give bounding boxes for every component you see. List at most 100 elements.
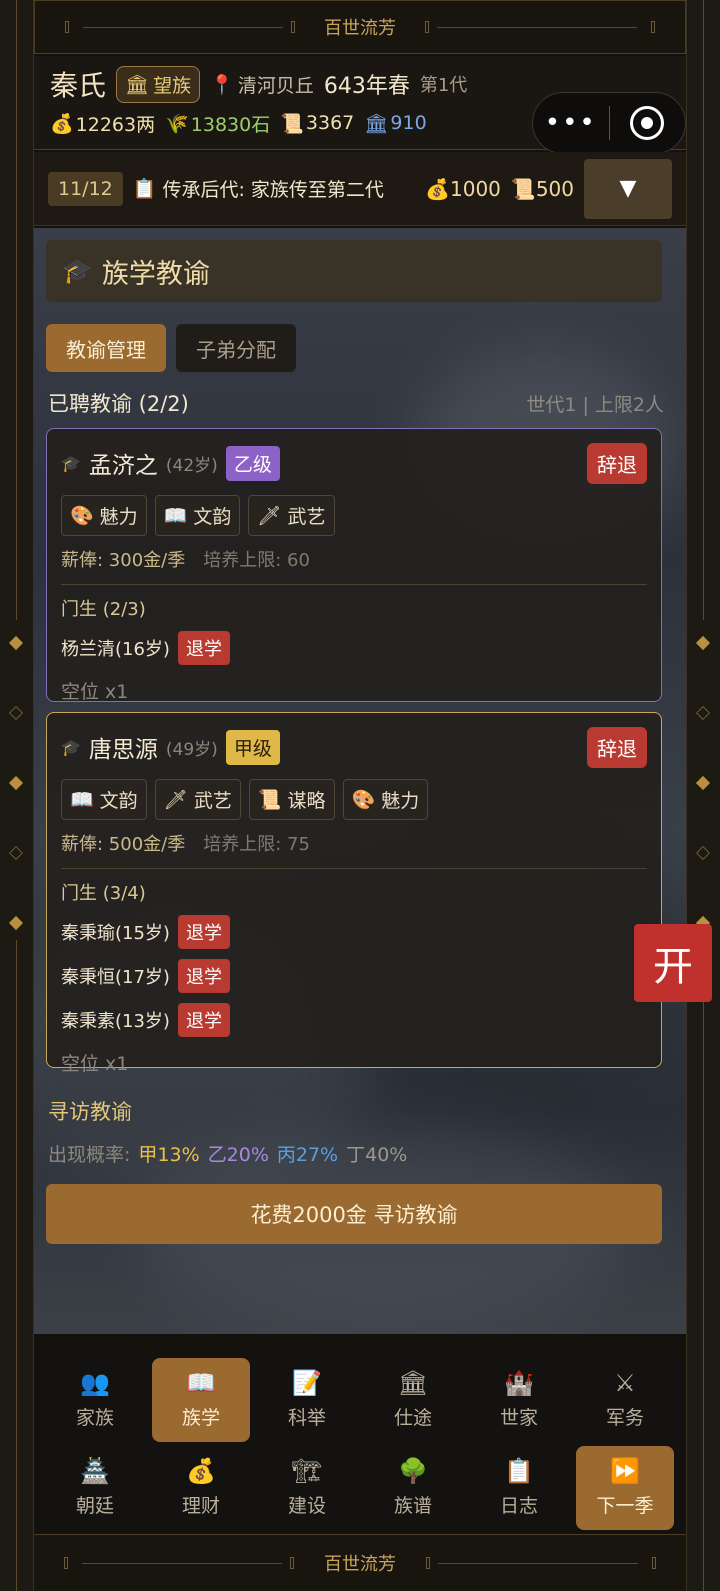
- crossed-swords-icon: ⚔: [614, 1368, 636, 1397]
- skill-tag: 📖 文韵: [61, 779, 147, 820]
- teacher-card: 🎓 唐思源 (49岁) 甲级 辞退 📖 文韵 🗡 武艺 📜 谋略 🎨 魅力 薪俸: 50…: [46, 712, 662, 1075]
- grain-value: 13830石: [190, 113, 271, 136]
- nav-label: 理财: [181, 1494, 220, 1517]
- clan-name: 秦氏: [50, 69, 107, 102]
- hall-icon: 🏛: [364, 112, 389, 135]
- nav-court[interactable]: 🏯 朝廷: [46, 1446, 144, 1530]
- close-miniprogram-button[interactable]: [610, 106, 686, 140]
- withdraw-button[interactable]: 退学: [177, 1003, 230, 1037]
- hall-icon: 🏛: [397, 1368, 429, 1397]
- rank-label: 望族: [153, 74, 192, 97]
- diamond-ornament: [695, 705, 711, 721]
- nav-label: 建设: [287, 1494, 326, 1517]
- nav-exam[interactable]: 📝 科举: [258, 1358, 356, 1442]
- skill-label: 武艺: [193, 790, 232, 812]
- memo-icon: 📝: [292, 1368, 322, 1397]
- quest-expand-button[interactable]: ▼: [584, 158, 672, 219]
- nav-label: 族学: [181, 1406, 220, 1429]
- withdraw-button[interactable]: 退学: [177, 631, 230, 665]
- open-float-button[interactable]: 开: [634, 924, 712, 1002]
- skill-label: 谋略: [287, 790, 326, 812]
- search-title: 寻访教谕: [48, 1100, 132, 1124]
- graduation-cap-icon: 🎓: [61, 737, 81, 757]
- nav-career[interactable]: 🏛 仕途: [364, 1358, 462, 1442]
- skill-tag: 🎨 魅力: [61, 495, 147, 536]
- rate-label: 出现概率:: [48, 1144, 131, 1166]
- nav-label: 族谱: [393, 1494, 432, 1517]
- nav-family[interactable]: 👥 家族: [46, 1358, 144, 1442]
- skill-tag: 🗡 武艺: [248, 495, 335, 536]
- hired-header: 已聘教谕 (2/2) 世代1 | 上限2人: [48, 388, 664, 418]
- students-title: 门生 (2/3): [61, 599, 146, 620]
- location-pin-icon: 📍: [210, 73, 234, 96]
- section-header: 🎓 族学教谕: [46, 240, 662, 302]
- diamond-ornament: [8, 845, 24, 861]
- fast-forward-icon: ⏩: [610, 1456, 640, 1485]
- crane-icon: 🏗: [291, 1456, 323, 1485]
- nav-noble-houses[interactable]: 🏰 世家: [470, 1358, 568, 1442]
- grain-icon: 🌾: [165, 112, 189, 135]
- clipboard-icon: 📋: [504, 1456, 534, 1485]
- clipboard-icon: 📋: [132, 178, 157, 200]
- fame-resource: 🏛 910: [364, 112, 426, 135]
- next-season-button[interactable]: ⏩ 下一季: [576, 1446, 674, 1530]
- nav-label: 日志: [499, 1494, 538, 1517]
- training-cap: 培养上限: 60: [203, 550, 310, 571]
- training-cap: 培养上限: 75: [203, 834, 310, 855]
- withdraw-button[interactable]: 退学: [177, 915, 230, 949]
- palette-icon: 🎨: [351, 789, 376, 811]
- students-title: 门生 (3/4): [61, 883, 146, 904]
- grain-resource: 🌾 13830石: [165, 110, 270, 137]
- money-bag-icon: 💰: [50, 112, 74, 135]
- nav-military[interactable]: ⚔ 军务: [576, 1358, 674, 1442]
- quest-reward: 💰1000 📜500: [425, 177, 574, 201]
- book-icon: 📖: [70, 789, 94, 811]
- nav-construction[interactable]: 🏗 建设: [258, 1446, 356, 1530]
- nav-log[interactable]: 📋 日志: [470, 1446, 568, 1530]
- student-row: 秦秉恒(17岁) 退学: [61, 959, 647, 993]
- rate-grade-c: 丙27%: [276, 1144, 339, 1166]
- rank-badge[interactable]: 🏛 望族: [116, 65, 201, 103]
- dismiss-button[interactable]: 辞退: [587, 726, 647, 768]
- scroll-icon: 📜: [510, 176, 536, 201]
- skill-label: 文韵: [99, 790, 138, 812]
- location-label: 清河贝丘: [237, 74, 314, 97]
- quest-text: 📋 传承后代: 家族传至第二代: [133, 175, 384, 202]
- diamond-ornament: [8, 635, 24, 651]
- hired-limit: 世代1 | 上限2人: [526, 393, 664, 416]
- rate-grade-a: 甲13%: [138, 1144, 200, 1166]
- book-icon: 📖: [163, 505, 188, 527]
- teacher-name: 唐思源: [88, 737, 158, 763]
- tab-student-assignment[interactable]: 子弟分配: [176, 324, 296, 372]
- quest-count: 11/12: [48, 171, 123, 206]
- nav-genealogy[interactable]: 🌳 族谱: [364, 1446, 462, 1530]
- withdraw-button[interactable]: 退学: [177, 959, 230, 993]
- more-menu-icon[interactable]: •••: [533, 108, 609, 138]
- skill-tag: 📖 文韵: [154, 495, 241, 536]
- reward-scroll: 500: [535, 176, 574, 201]
- skill-list: 📖 文韵 🗡 武艺 📜 谋略 🎨 魅力: [61, 779, 647, 820]
- graduation-cap-icon: 🎓: [61, 453, 81, 473]
- search-teacher-button[interactable]: 花费2000金 寻访教谕: [46, 1184, 662, 1244]
- quest-bar[interactable]: 11/12 📋 传承后代: 家族传至第二代 💰1000 📜500 ▼: [34, 152, 686, 226]
- right-rail: [686, 0, 720, 1591]
- diamond-ornament: [695, 635, 711, 651]
- student-name: 秦秉瑜(15岁): [61, 923, 170, 944]
- dagger-icon: 🗡: [163, 789, 188, 811]
- main-content[interactable]: 🎓 族学教谕 教谕管理 子弟分配 已聘教谕 (2/2) 世代1 | 上限2人 🎓…: [34, 228, 686, 1334]
- scroll-value: 3367: [305, 112, 355, 134]
- teacher-age: (42岁): [165, 455, 218, 476]
- skill-tag: 🗡 武艺: [154, 779, 241, 820]
- tab-teacher-management[interactable]: 教谕管理: [46, 324, 166, 372]
- skill-tag: 📜 谋略: [248, 779, 335, 820]
- palette-icon: 🎨: [70, 505, 94, 527]
- nav-school[interactable]: 📖 族学: [152, 1358, 250, 1442]
- rate-row: 出现概率: 甲13% 乙20% 丙27% 丁40%: [48, 1140, 664, 1167]
- nav-finance[interactable]: 💰 理财: [152, 1446, 250, 1530]
- money-resource: 💰 12263两: [50, 110, 155, 137]
- search-section: 寻访教谕 出现概率: 甲13% 乙20% 丙27% 丁40%: [48, 1096, 664, 1167]
- teacher-age: (49岁): [165, 739, 218, 760]
- app-title: 百世流芳: [324, 18, 396, 39]
- dismiss-button[interactable]: 辞退: [587, 442, 647, 484]
- target-icon: [630, 106, 665, 140]
